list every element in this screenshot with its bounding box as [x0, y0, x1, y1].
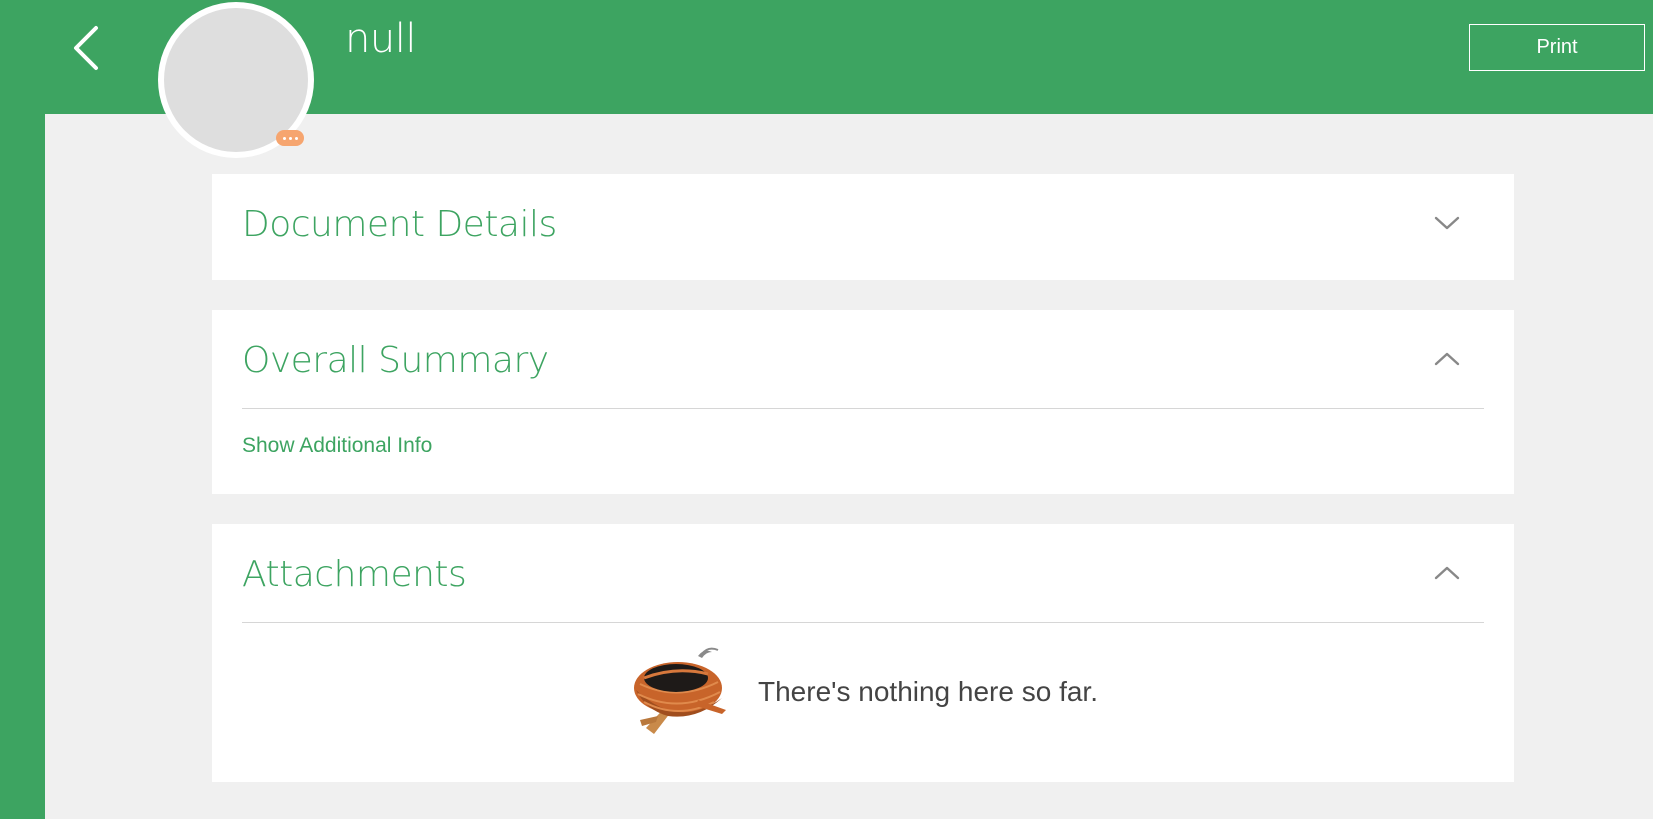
print-button[interactable]: Print — [1469, 24, 1645, 71]
chevron-left-icon — [74, 26, 98, 70]
record-title: null — [345, 16, 416, 62]
section-overall-summary: Overall Summary Show Additional Info — [212, 310, 1514, 494]
record-page: null Print Document Details Overall Summ… — [0, 0, 1653, 819]
empty-message: There's nothing here so far. — [758, 676, 1098, 707]
section-title: Document Details — [242, 204, 557, 245]
chevron-up-icon[interactable] — [1432, 344, 1462, 374]
section-header-overall-summary[interactable]: Overall Summary — [212, 310, 1514, 410]
chevron-up-icon[interactable] — [1432, 558, 1462, 588]
section-title: Overall Summary — [242, 340, 549, 381]
content-area: Document Details Overall Summary Show Ad… — [45, 114, 1653, 819]
section-document-details: Document Details — [212, 174, 1514, 280]
attachments-empty-state: There's nothing here so far. — [212, 644, 1514, 740]
chevron-down-icon[interactable] — [1432, 208, 1462, 238]
more-dots-icon[interactable] — [276, 130, 304, 146]
section-title: Attachments — [242, 554, 467, 595]
empty-nest-icon — [634, 647, 726, 734]
show-additional-info-link[interactable]: Show Additional Info — [242, 434, 432, 458]
avatar[interactable] — [158, 2, 314, 158]
back-button[interactable] — [66, 20, 110, 76]
section-header-document-details[interactable]: Document Details — [212, 174, 1514, 274]
section-attachments: Attachments There's nothing here so far. — [212, 524, 1514, 782]
section-divider — [242, 622, 1484, 623]
section-header-attachments[interactable]: Attachments — [212, 524, 1514, 624]
section-divider — [242, 408, 1484, 409]
